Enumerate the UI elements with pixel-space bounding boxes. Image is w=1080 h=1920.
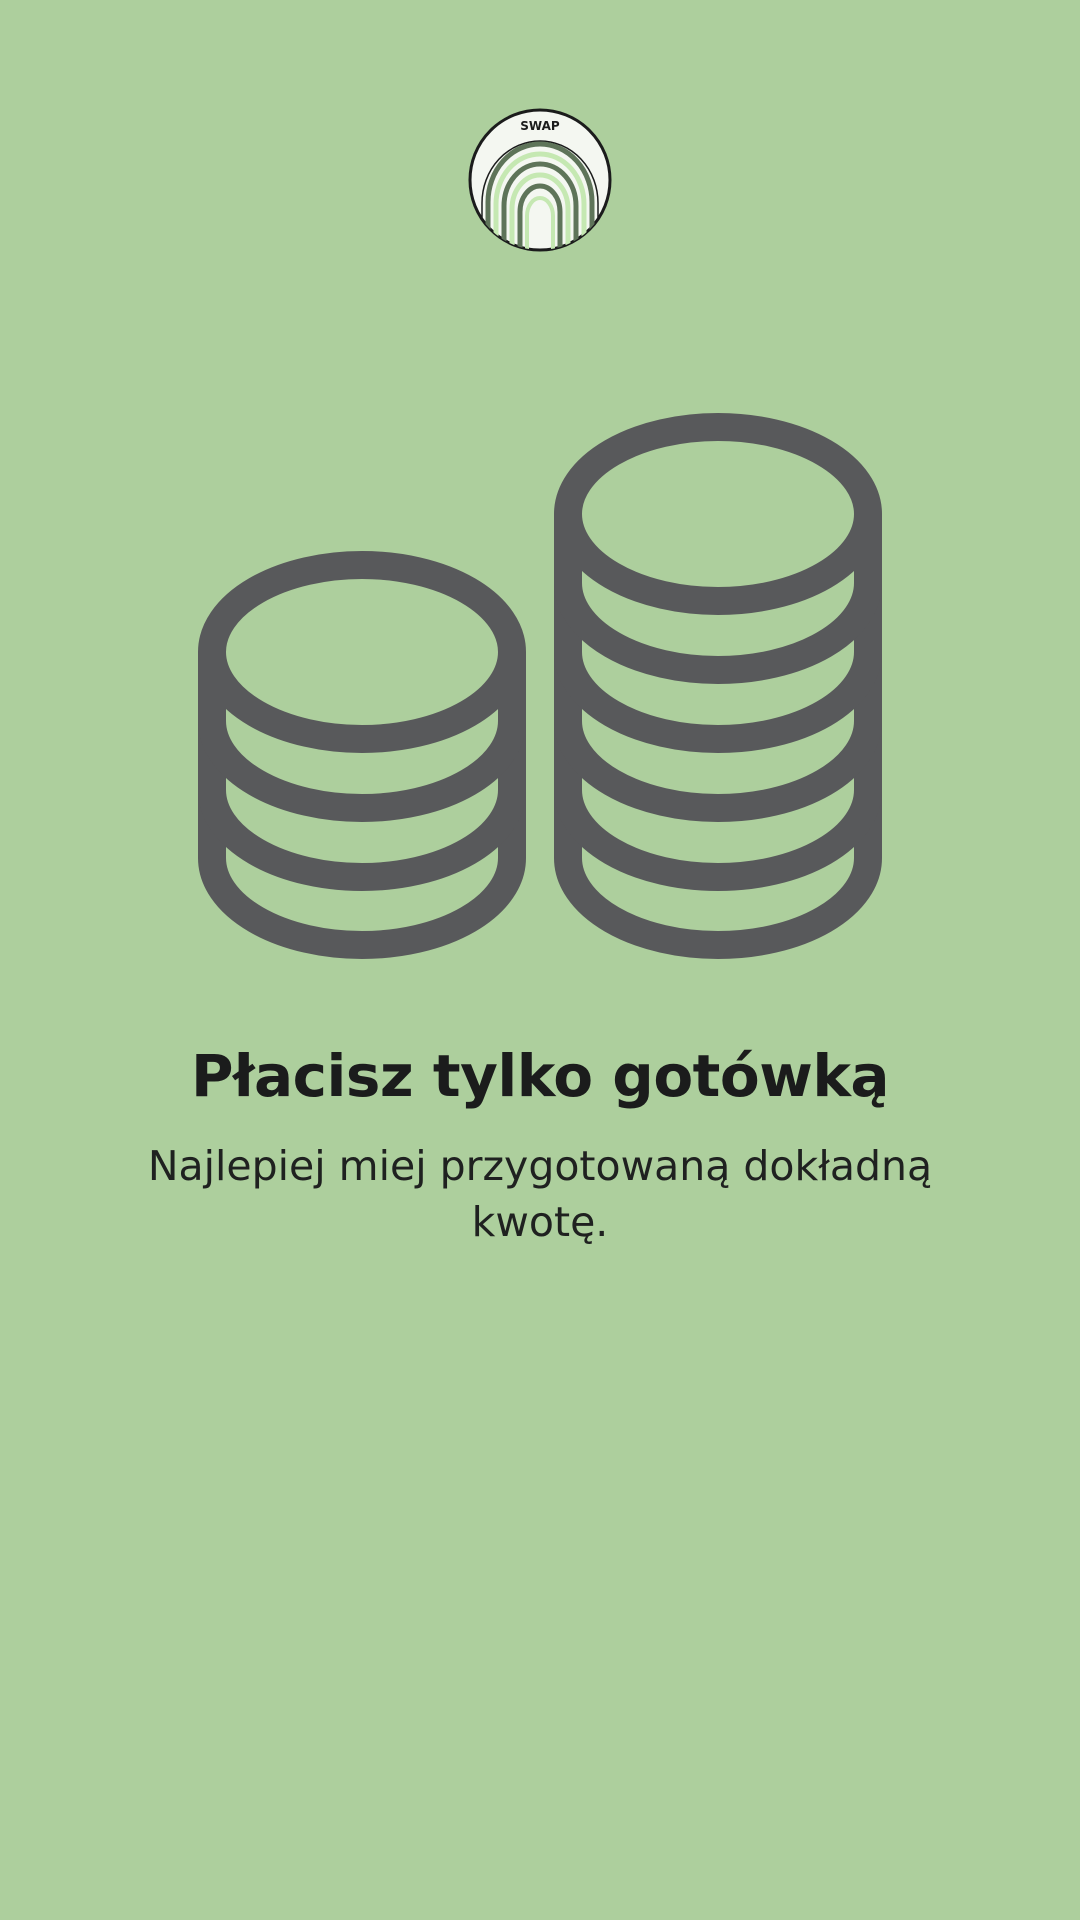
left-coin-stack — [198, 551, 526, 959]
swap-logo: SWAP — [468, 108, 612, 252]
coin-stacks-icon — [198, 413, 882, 959]
page-title: Płacisz tylko gotówką — [190, 1042, 890, 1110]
page-subtitle: Najlepiej miej przygotowaną dokładną kwo… — [147, 1142, 933, 1246]
logo-text: SWAP — [520, 119, 560, 133]
right-coin-stack — [554, 413, 882, 959]
